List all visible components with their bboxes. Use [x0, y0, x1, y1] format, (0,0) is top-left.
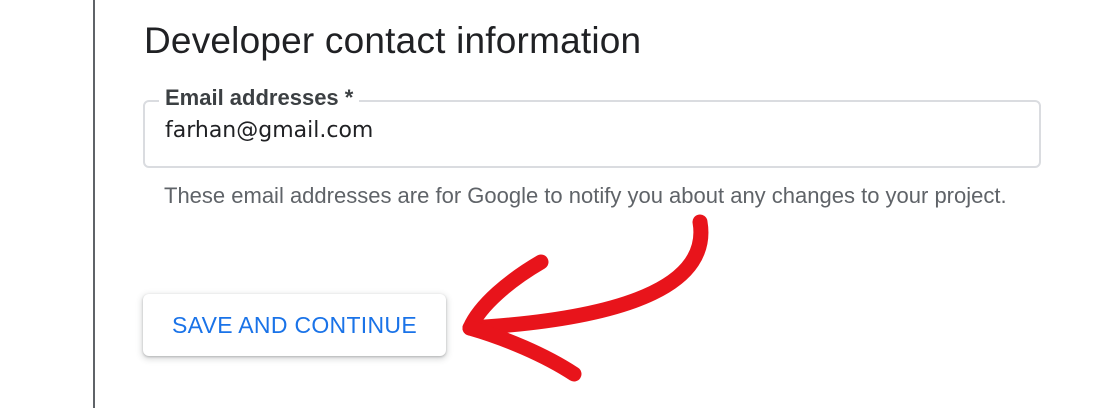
oauth-consent-form: Developer contact information Email addr…	[0, 0, 1116, 408]
left-divider	[93, 0, 95, 408]
section-title: Developer contact information	[144, 20, 642, 61]
email-addresses-label: Email addresses *	[159, 85, 360, 111]
email-addresses-field[interactable]: Email addresses *	[143, 85, 1041, 168]
arrow-head-lower	[462, 320, 582, 382]
save-and-continue-button[interactable]: SAVE AND CONTINUE	[143, 294, 446, 356]
email-helper-text: These email addresses are for Google to …	[164, 183, 1007, 208]
arrow-shaft	[462, 214, 709, 336]
arrow-head-upper	[462, 254, 549, 336]
email-addresses-input[interactable]	[165, 118, 1015, 143]
